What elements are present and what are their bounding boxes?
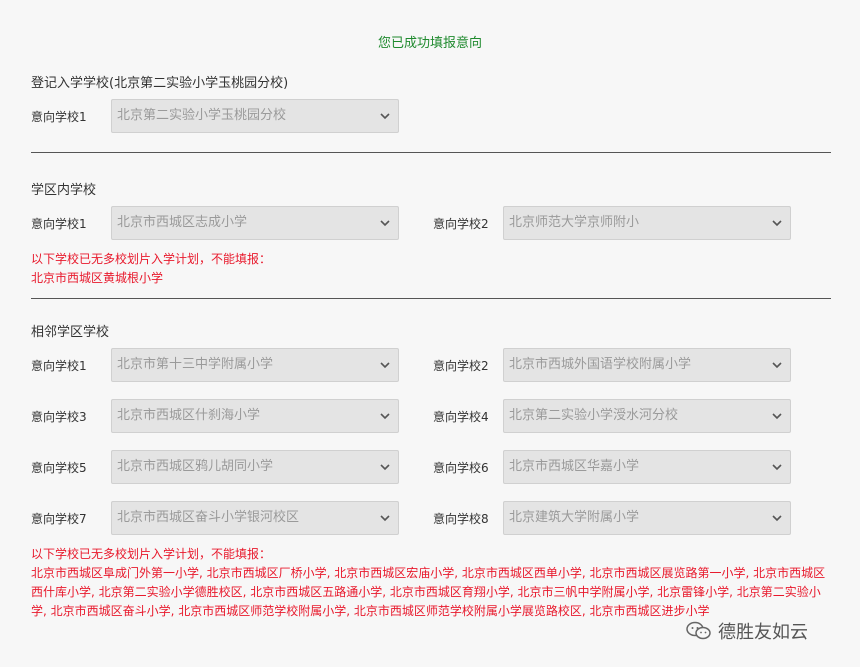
field-label: 意向学校8 xyxy=(433,512,489,526)
chevron-down-icon xyxy=(380,464,390,471)
field-label: 意向学校4 xyxy=(433,410,489,424)
registered-intent-field-1: 意向学校1 北京第二实验小学玉桃园分校 xyxy=(31,99,401,135)
select-value: 北京市西城区奋斗小学银河校区 xyxy=(117,510,300,525)
field-label: 意向学校1 xyxy=(31,110,87,124)
field-label: 意向学校6 xyxy=(433,461,489,475)
school-select[interactable]: 北京市西城区鸦儿胡同小学 xyxy=(111,450,399,484)
field-label: 意向学校2 xyxy=(433,217,489,231)
school-select[interactable]: 北京市西城区志成小学 xyxy=(111,206,399,240)
select-value: 北京市西城区鸦儿胡同小学 xyxy=(117,459,274,474)
divider xyxy=(31,298,831,299)
chevron-down-icon xyxy=(772,220,782,227)
select-value: 北京第二实验小学涭水河分校 xyxy=(509,408,679,423)
adjacent-intent-field-8: 意向学校8 北京建筑大学附属小学 xyxy=(433,501,803,537)
intention-result-page: 您已成功填报意向 登记入学学校(北京第二实验小学玉桃园分校) 意向学校1 北京第… xyxy=(0,0,860,667)
school-select[interactable]: 北京市西城区奋斗小学银河校区 xyxy=(111,501,399,535)
select-value: 北京第二实验小学玉桃园分校 xyxy=(117,108,287,123)
chevron-down-icon xyxy=(380,413,390,420)
watermark-text: 德胜友如云 xyxy=(718,622,808,643)
select-value: 北京师范大学京师附小 xyxy=(509,215,640,230)
select-value: 北京市西城区志成小学 xyxy=(117,215,248,230)
chevron-down-icon xyxy=(380,362,390,369)
chevron-down-icon xyxy=(380,220,390,227)
district-schools-title: 学区内学校 xyxy=(31,183,97,198)
field-label: 意向学校3 xyxy=(31,410,87,424)
chevron-down-icon xyxy=(380,113,390,120)
select-value: 北京市第十三中学附属小学 xyxy=(117,357,274,372)
select-value: 北京建筑大学附属小学 xyxy=(509,510,640,525)
school-select[interactable]: 北京市西城外国语学校附属小学 xyxy=(503,348,791,382)
school-select[interactable]: 北京市西城区华嘉小学 xyxy=(503,450,791,484)
warning-school-list: 北京市西城区黄城根小学 xyxy=(31,271,164,285)
chevron-down-icon xyxy=(772,515,782,522)
divider xyxy=(31,152,831,153)
adjacent-intent-field-7: 意向学校7 北京市西城区奋斗小学银河校区 xyxy=(31,501,401,537)
adjacent-intent-field-2: 意向学校2 北京市西城外国语学校附属小学 xyxy=(433,348,803,384)
chevron-down-icon xyxy=(380,515,390,522)
warning-title: 以下学校已无多校划片入学计划，不能填报： xyxy=(31,252,272,266)
school-select[interactable]: 北京市第十三中学附属小学 xyxy=(111,348,399,382)
field-label: 意向学校5 xyxy=(31,461,87,475)
adjacent-intent-field-4: 意向学校4 北京第二实验小学涭水河分校 xyxy=(433,399,803,435)
success-message: 您已成功填报意向 xyxy=(377,36,482,51)
district-warning: 以下学校已无多校划片入学计划，不能填报： 北京市西城区黄城根小学 xyxy=(31,250,831,288)
warning-school-list: 北京市西城区阜成门外第一小学, 北京市西城区厂桥小学, 北京市西城区宏庙小学, … xyxy=(31,566,826,618)
district-intent-field-1: 意向学校1 北京市西城区志成小学 xyxy=(31,206,401,242)
warning-title: 以下学校已无多校划片入学计划，不能填报： xyxy=(31,547,272,561)
chevron-down-icon xyxy=(772,464,782,471)
chevron-down-icon xyxy=(772,413,782,420)
select-value: 北京市西城外国语学校附属小学 xyxy=(509,357,692,372)
district-intent-field-2: 意向学校2 北京师范大学京师附小 xyxy=(433,206,803,242)
select-value: 北京市西城区华嘉小学 xyxy=(509,459,640,474)
school-select[interactable]: 北京第二实验小学玉桃园分校 xyxy=(111,99,399,133)
field-label: 意向学校2 xyxy=(433,359,489,373)
field-label: 意向学校1 xyxy=(31,359,87,373)
adjacent-intent-field-1: 意向学校1 北京市第十三中学附属小学 xyxy=(31,348,401,384)
school-select[interactable]: 北京第二实验小学涭水河分校 xyxy=(503,399,791,433)
adjacent-intent-field-5: 意向学校5 北京市西城区鸦儿胡同小学 xyxy=(31,450,401,486)
chevron-down-icon xyxy=(772,362,782,369)
field-label: 意向学校7 xyxy=(31,512,87,526)
wechat-channel-icon xyxy=(686,621,711,640)
adjacent-intent-field-6: 意向学校6 北京市西城区华嘉小学 xyxy=(433,450,803,486)
registered-school-title: 登记入学学校(北京第二实验小学玉桃园分校) xyxy=(31,76,289,91)
adjacent-schools-title: 相邻学区学校 xyxy=(31,325,110,340)
select-value: 北京市西城区什刹海小学 xyxy=(117,408,261,423)
field-label: 意向学校1 xyxy=(31,217,87,231)
school-select[interactable]: 北京建筑大学附属小学 xyxy=(503,501,791,535)
watermark: 德胜友如云 xyxy=(682,616,812,646)
school-select[interactable]: 北京师范大学京师附小 xyxy=(503,206,791,240)
school-select[interactable]: 北京市西城区什刹海小学 xyxy=(111,399,399,433)
adjacent-intent-field-3: 意向学校3 北京市西城区什刹海小学 xyxy=(31,399,401,435)
adjacent-warning: 以下学校已无多校划片入学计划，不能填报： 北京市西城区阜成门外第一小学, 北京市… xyxy=(31,545,831,621)
